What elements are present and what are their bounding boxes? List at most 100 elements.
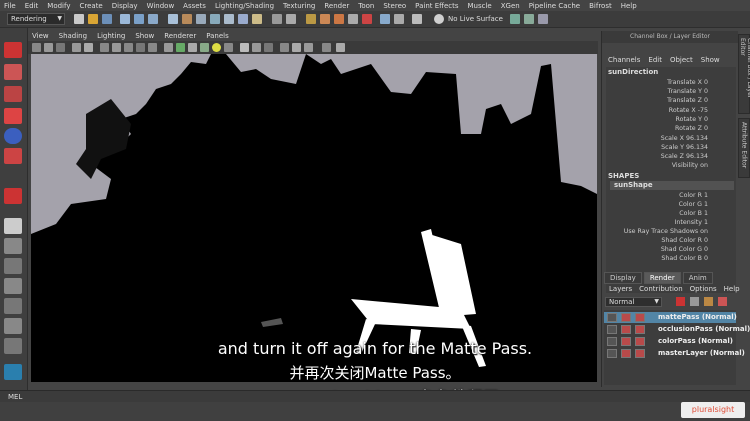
smooth-shade-icon[interactable] — [176, 43, 185, 52]
film-gate-icon[interactable] — [100, 43, 109, 52]
menu-assets[interactable]: Assets — [183, 2, 206, 10]
viewport-menu-view[interactable]: View — [32, 32, 49, 40]
attribute-row[interactable]: Translate Z 0 — [667, 97, 708, 104]
menu-bifrost[interactable]: Bifrost — [589, 2, 612, 10]
wireframe-on-shaded-icon[interactable] — [188, 43, 197, 52]
attribute-row[interactable]: Color G 1 — [679, 201, 708, 208]
snap-point-icon[interactable] — [224, 14, 234, 24]
render-view-icon[interactable] — [306, 14, 316, 24]
select-by-type-icon[interactable] — [168, 14, 178, 24]
move-tool-icon[interactable] — [4, 108, 22, 124]
side-tab-attribute-editor[interactable]: Attribute Editor — [738, 118, 750, 178]
attribute-row[interactable]: Visibility on — [672, 162, 708, 169]
tab-display[interactable]: Display — [604, 272, 642, 284]
image-plane-icon[interactable] — [72, 43, 81, 52]
textured-icon[interactable] — [200, 43, 209, 52]
attribute-row[interactable]: Shad Color G 0 — [661, 246, 708, 253]
select-component-icon[interactable] — [148, 14, 158, 24]
menu-pipeline-cache[interactable]: Pipeline Cache — [529, 2, 580, 10]
side-by-side-icon[interactable] — [4, 258, 22, 274]
layer-row[interactable]: occlusionPass (Normal) — [604, 324, 750, 335]
visibility-toggle-icon[interactable] — [607, 337, 617, 346]
recycle-toggle-icon[interactable] — [635, 313, 645, 322]
isolate-select-icon[interactable] — [280, 43, 289, 52]
attribute-row[interactable]: Scale Z 96.134 — [661, 153, 708, 160]
attribute-row[interactable]: Translate Y 0 — [668, 88, 708, 95]
attribute-row[interactable]: Rotate Z 0 — [675, 125, 708, 132]
rotate-tool-icon[interactable] — [4, 128, 22, 144]
select-tool-icon[interactable] — [4, 42, 22, 58]
menu-stereo[interactable]: Stereo — [383, 2, 406, 10]
attribute-icon[interactable] — [538, 14, 548, 24]
camera-icon[interactable] — [510, 14, 520, 24]
select-object-icon[interactable] — [134, 14, 144, 24]
tab-anim[interactable]: Anim — [682, 272, 713, 284]
viewport-menu-shading[interactable]: Shading — [59, 32, 87, 40]
render-settings-icon[interactable] — [348, 14, 358, 24]
input-output-icon[interactable] — [272, 14, 282, 24]
snap-grid-icon[interactable] — [196, 14, 206, 24]
transform-constraint-icon[interactable] — [412, 14, 422, 24]
render-toggle-icon[interactable] — [621, 349, 631, 358]
recycle-toggle-icon[interactable] — [635, 349, 645, 358]
lights-icon[interactable] — [212, 43, 221, 52]
last-tool-icon[interactable] — [4, 188, 22, 204]
recycle-toggle-icon[interactable] — [635, 337, 645, 346]
menu-render[interactable]: Render — [324, 2, 349, 10]
attribute-row[interactable]: Translate X 0 — [667, 79, 708, 86]
new-scene-icon[interactable] — [74, 14, 84, 24]
layer-row[interactable]: mattePass (Normal) — [604, 312, 737, 323]
persp-outliner-icon[interactable] — [4, 278, 22, 294]
menu-modify[interactable]: Modify — [47, 2, 70, 10]
menu-toon[interactable]: Toon — [358, 2, 374, 10]
live-surface-icon[interactable] — [434, 14, 444, 24]
viewport-menu-renderer[interactable]: Renderer — [164, 32, 196, 40]
render-toggle-icon[interactable] — [621, 325, 631, 334]
layer-row[interactable]: colorPass (Normal) — [604, 336, 736, 347]
gate-mask-icon[interactable] — [124, 43, 133, 52]
channel-menu-edit[interactable]: Edit — [648, 56, 662, 64]
symmetry-icon[interactable] — [394, 14, 404, 24]
safe-action-icon[interactable] — [148, 43, 157, 52]
layer-row[interactable]: masterLayer (Normal) — [604, 348, 745, 359]
menu-xgen[interactable]: XGen — [501, 2, 520, 10]
construction-history-icon[interactable] — [286, 14, 296, 24]
layer-mode-select[interactable]: Normal ▼ — [605, 297, 662, 307]
gamma-icon[interactable] — [322, 43, 331, 52]
antialiasing-icon[interactable] — [264, 43, 273, 52]
hypershade-icon[interactable] — [362, 14, 372, 24]
attribute-row[interactable]: Scale Y 96.134 — [661, 144, 708, 151]
resolution-gate-icon[interactable] — [112, 43, 121, 52]
select-camera-icon[interactable] — [32, 43, 41, 52]
recycle-toggle-icon[interactable] — [635, 325, 645, 334]
side-tab-channel-box[interactable]: Channel Box / Layer Editor — [738, 34, 750, 114]
snap-curve-icon[interactable] — [210, 14, 220, 24]
layer-menu-contribution[interactable]: Contribution — [639, 285, 682, 293]
attribute-row[interactable]: Rotate X -75 — [669, 107, 708, 114]
menu-lighting-shading[interactable]: Lighting/Shading — [215, 2, 274, 10]
menu-texturing[interactable]: Texturing — [283, 2, 315, 10]
attribute-row[interactable]: Scale X 96.134 — [661, 135, 708, 142]
grid-icon[interactable] — [524, 14, 534, 24]
channel-menu-channels[interactable]: Channels — [608, 56, 640, 64]
layer-menu-layers[interactable]: Layers — [609, 285, 632, 293]
viewport-menu-show[interactable]: Show — [135, 32, 154, 40]
menu-help[interactable]: Help — [621, 2, 637, 10]
render-settings-layer-icon[interactable] — [704, 297, 713, 306]
visibility-toggle-icon[interactable] — [607, 349, 617, 358]
lasso-tool-icon[interactable] — [4, 64, 22, 80]
visibility-toggle-icon[interactable] — [607, 313, 617, 322]
viewport-menu-panels[interactable]: Panels — [206, 32, 229, 40]
attribute-row[interactable]: Color R 1 — [679, 192, 708, 199]
grid-toggle-icon[interactable] — [84, 43, 93, 52]
select-hierarchy-icon[interactable] — [120, 14, 130, 24]
paint-select-icon[interactable] — [4, 86, 22, 102]
persp-graph-icon[interactable] — [4, 298, 22, 314]
ipr-render-icon[interactable] — [334, 14, 344, 24]
menu-paint-effects[interactable]: Paint Effects — [415, 2, 458, 10]
attribute-row[interactable]: Color B 1 — [679, 210, 708, 217]
single-view-icon[interactable] — [4, 218, 22, 234]
attribute-row[interactable]: Shad Color R 0 — [661, 237, 708, 244]
shape-name[interactable]: sunShape — [610, 181, 734, 190]
save-scene-icon[interactable] — [102, 14, 112, 24]
